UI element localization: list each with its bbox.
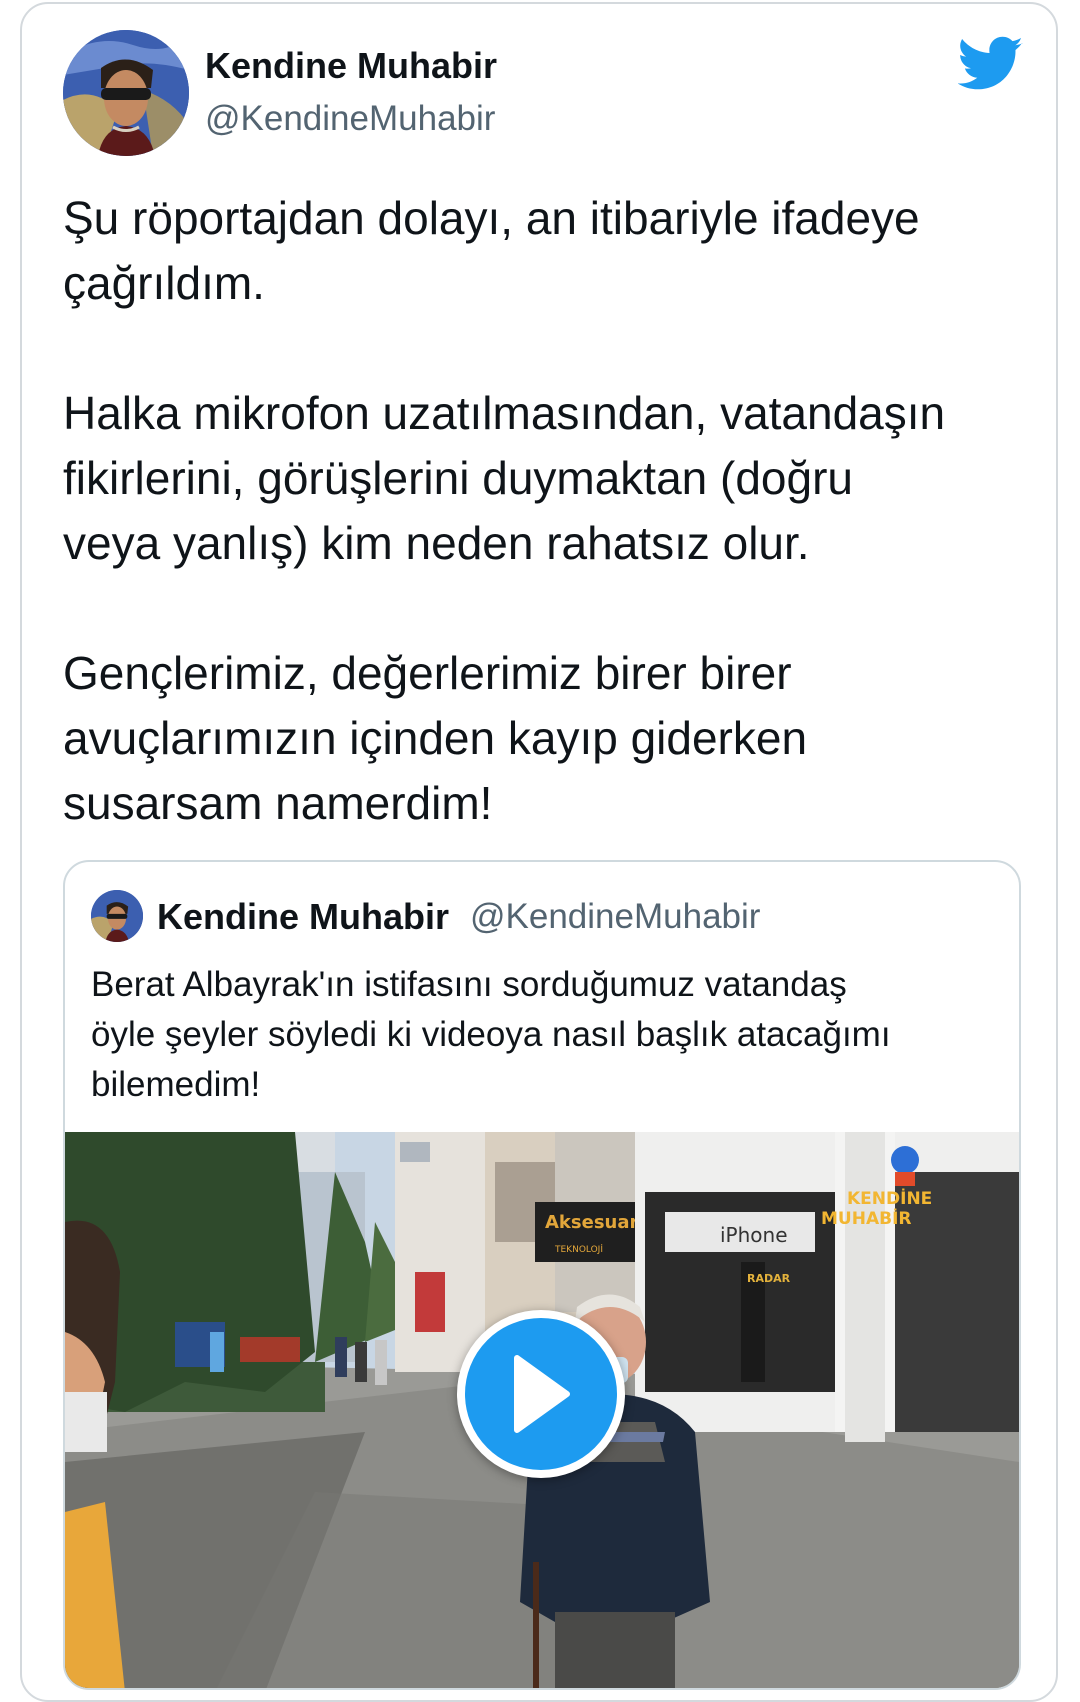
quoted-tweet-text: Berat Albayrak'ın istifasını sorduğumuz … — [91, 965, 891, 1104]
watermark-line1: KENDİNE — [847, 1187, 932, 1209]
shop-subsign: TEKNOLOJİ — [554, 1244, 603, 1255]
video-player[interactable]: Aksesuar Dünyası TEKNOLOJİ iPhone RADAR … — [65, 1132, 1019, 1688]
quoted-author-name[interactable]: Kendine Muhabir — [157, 896, 449, 938]
author-handle[interactable]: @KendineMuhabir — [205, 99, 495, 139]
quoted-author-handle[interactable]: @KendineMuhabir — [470, 897, 760, 937]
quoted-author-avatar[interactable] — [91, 890, 143, 942]
author-avatar[interactable] — [63, 30, 189, 156]
vertical-sign: RADAR — [747, 1272, 791, 1285]
tweet-text: Şu röportajdan dolayı, an itibariyle ifa… — [63, 192, 946, 829]
play-button[interactable] — [457, 1310, 625, 1478]
play-icon — [514, 1355, 570, 1433]
author-name[interactable]: Kendine Muhabir — [205, 45, 497, 87]
watermark-line2: MUHABİR — [821, 1207, 911, 1229]
twitter-bird-icon[interactable] — [957, 36, 1024, 92]
quoted-tweet[interactable]: Kendine Muhabir @KendineMuhabir Berat Al… — [63, 860, 1021, 1690]
store-sign: iPhone — [720, 1223, 788, 1247]
